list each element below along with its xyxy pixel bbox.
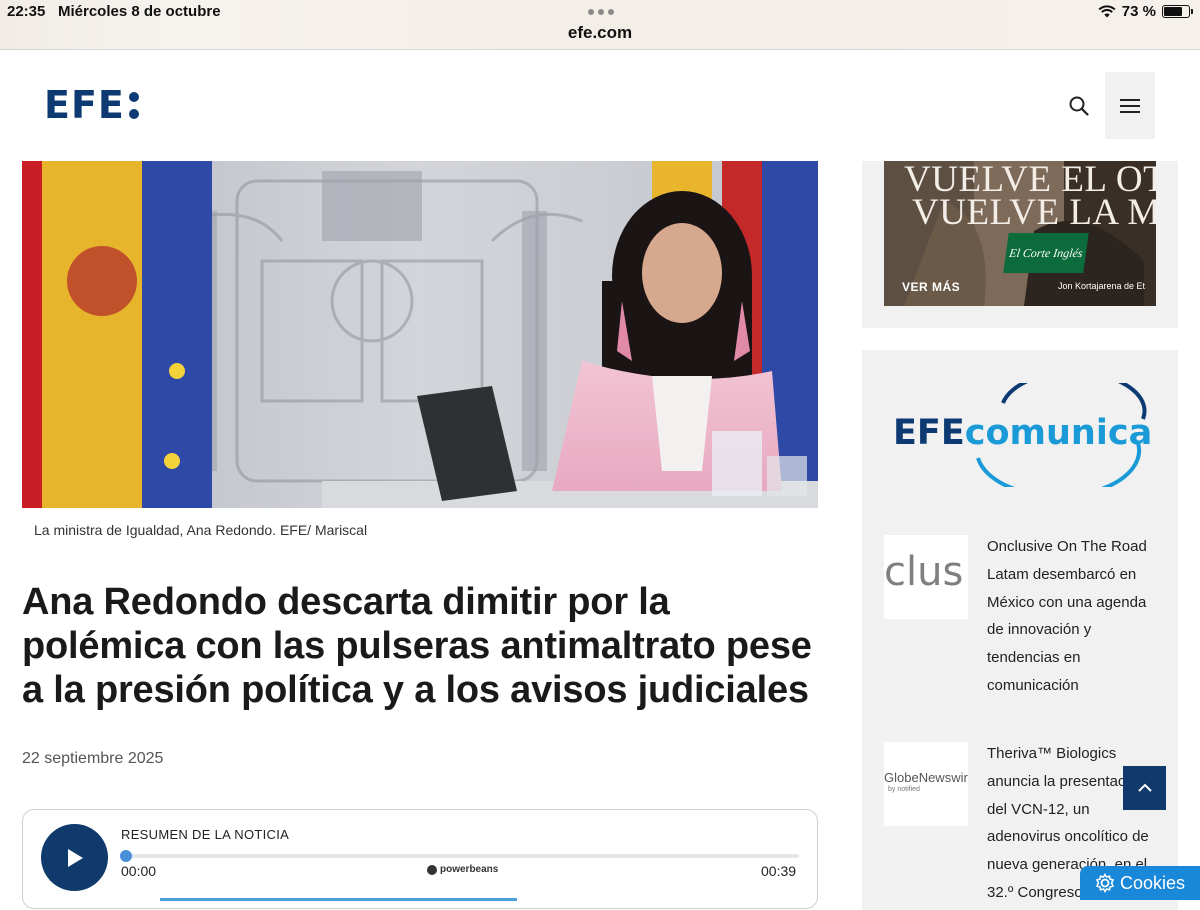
multitasking-dots-icon[interactable] bbox=[588, 9, 614, 15]
thumb-text: GlobeNewswir bbox=[884, 770, 968, 785]
battery-percent: 73 % bbox=[1121, 3, 1156, 20]
status-time: 22:35 bbox=[7, 3, 46, 20]
provider-name: powerbeans bbox=[440, 864, 499, 875]
news-thumbnail[interactable]: GlobeNewswir by notified bbox=[884, 742, 968, 826]
play-button[interactable] bbox=[41, 824, 108, 891]
efe-comunica-logo[interactable]: EFEcomunica bbox=[893, 383, 1153, 487]
thumb-text: clus bbox=[884, 549, 964, 595]
menu-button[interactable] bbox=[1105, 72, 1155, 139]
article-hero-image[interactable] bbox=[22, 161, 818, 508]
publication-date: 22 septiembre 2025 bbox=[22, 750, 164, 767]
ad-brand-logo: El Corte Inglés bbox=[1003, 233, 1089, 273]
progress-track[interactable] bbox=[125, 854, 799, 858]
news-headline[interactable]: Onclusive On The Road Latam desembarcó e… bbox=[987, 533, 1162, 700]
ad-cta[interactable]: VER MÁS bbox=[902, 280, 960, 294]
time-total: 00:39 bbox=[761, 863, 797, 879]
advertisement-banner[interactable]: VUELVE EL OTOÑ VUELVE LA MOD El Corte In… bbox=[884, 161, 1156, 306]
article-headline: Ana Redondo descarta dimitir por la polé… bbox=[22, 581, 812, 711]
efe-logo[interactable]: EFE bbox=[44, 83, 139, 127]
thumb-subtext: by notified bbox=[888, 786, 920, 793]
scroll-to-top-button[interactable] bbox=[1123, 766, 1166, 810]
ad-headline-2: VUELVE LA MOD bbox=[912, 192, 1156, 233]
logo-colon bbox=[128, 91, 139, 119]
comunica-wordmark: EFEcomunica bbox=[893, 413, 1153, 453]
search-icon bbox=[1069, 96, 1089, 116]
ios-status-bar: 22:35 Miércoles 8 de octubre 73 % efe.co… bbox=[0, 0, 1200, 50]
search-button[interactable] bbox=[1064, 91, 1094, 121]
comunica-efe: EFE bbox=[893, 413, 965, 453]
comunica-word: comunica bbox=[964, 413, 1153, 453]
cookies-button[interactable]: Cookies bbox=[1080, 866, 1200, 900]
play-icon bbox=[67, 848, 83, 867]
hamburger-menu-icon bbox=[1120, 98, 1140, 113]
cookies-label: Cookies bbox=[1119, 872, 1186, 893]
site-header bbox=[0, 51, 1200, 161]
ad-credit: Jon Kortajarena de Et bbox=[1058, 281, 1146, 291]
status-date: Miércoles 8 de octubre bbox=[58, 3, 221, 20]
time-current: 00:00 bbox=[121, 863, 157, 879]
logo-text: EFE bbox=[44, 83, 125, 127]
powerbeans-icon bbox=[427, 864, 437, 875]
gear-icon bbox=[1095, 873, 1115, 893]
status-indicators: 73 % bbox=[1098, 3, 1193, 20]
wifi-icon bbox=[1098, 5, 1116, 18]
battery-icon bbox=[1162, 5, 1193, 18]
url-bar[interactable]: efe.com bbox=[0, 23, 1200, 43]
progress-knob[interactable] bbox=[120, 850, 132, 862]
audio-summary-player: RESUMEN DE LA NOTICIA 00:00 powerbeans 0… bbox=[22, 809, 818, 909]
chevron-up-icon bbox=[1137, 783, 1152, 792]
provider-logo[interactable]: powerbeans bbox=[427, 864, 498, 875]
image-caption: La ministra de Igualdad, Ana Redondo. EF… bbox=[34, 522, 368, 538]
player-title: RESUMEN DE LA NOTICIA bbox=[121, 827, 290, 842]
news-thumbnail[interactable]: clus bbox=[884, 535, 968, 619]
